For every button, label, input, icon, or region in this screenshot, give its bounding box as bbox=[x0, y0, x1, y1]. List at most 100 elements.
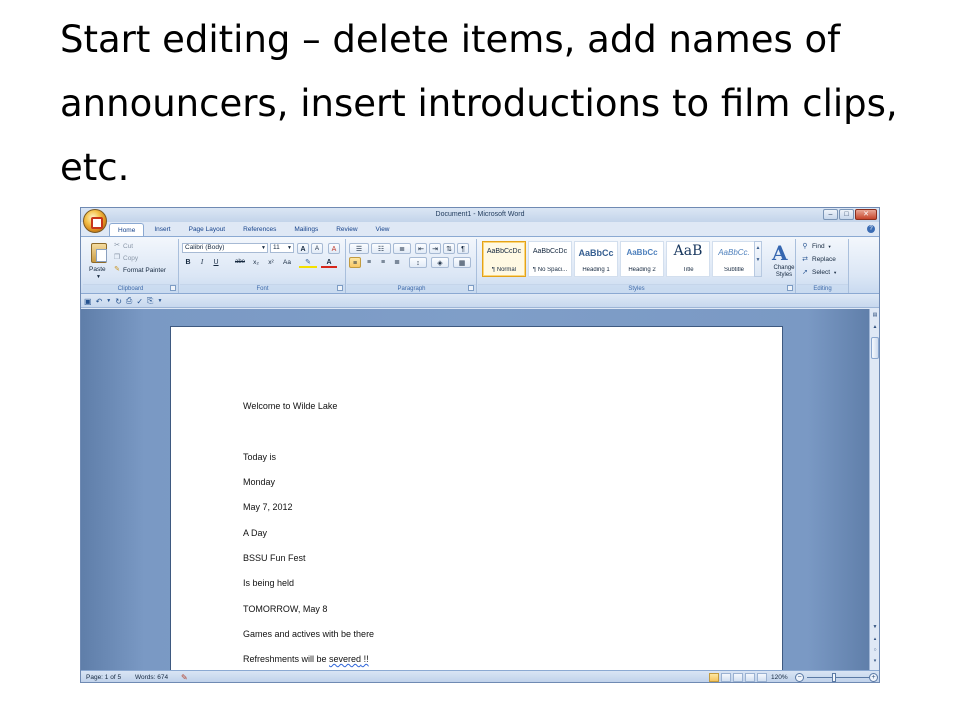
paste-button[interactable]: Paste bbox=[89, 266, 106, 273]
show-marks-button[interactable]: ¶ bbox=[457, 243, 469, 254]
document-line[interactable]: TOMORROW, May 8 bbox=[243, 604, 327, 614]
redo-icon[interactable]: ↻ bbox=[115, 297, 122, 306]
document-line[interactable]: BSSU Fun Fest bbox=[243, 553, 306, 563]
strikethrough-button[interactable]: abe bbox=[233, 257, 247, 268]
shading-button[interactable]: ◈ bbox=[431, 257, 449, 268]
tab-view[interactable]: View bbox=[368, 223, 398, 236]
web-layout-view-button[interactable] bbox=[733, 673, 743, 682]
tab-references[interactable]: References bbox=[235, 223, 284, 236]
align-left-button[interactable]: ≡ bbox=[349, 257, 361, 268]
multilevel-list-button[interactable]: ≣ bbox=[393, 243, 411, 254]
zoom-level[interactable]: 120% bbox=[771, 674, 788, 681]
quick-print-icon[interactable]: ⎘ bbox=[147, 296, 153, 306]
zoom-slider-thumb[interactable] bbox=[832, 673, 836, 682]
highlight-button[interactable]: ✎ bbox=[299, 257, 317, 268]
font-name-select[interactable]: Calibri (Body) ▼ bbox=[182, 243, 268, 253]
replace-button[interactable]: ⇄ Replace bbox=[801, 254, 836, 265]
tab-review[interactable]: Review bbox=[328, 223, 365, 236]
increase-indent-button[interactable]: ⇥ bbox=[429, 243, 441, 254]
document-line[interactable]: Is being held bbox=[243, 578, 294, 588]
ruler-toggle-icon[interactable]: ▤ bbox=[871, 311, 879, 319]
font-color-button[interactable]: A bbox=[321, 257, 337, 268]
style-normal[interactable]: AaBbCcDc ¶ Normal bbox=[482, 241, 526, 277]
font-launcher-icon[interactable] bbox=[337, 285, 343, 291]
help-icon[interactable]: ? bbox=[867, 225, 875, 233]
outline-view-button[interactable] bbox=[745, 673, 755, 682]
numbering-button[interactable]: ☷ bbox=[371, 243, 391, 254]
styles-launcher-icon[interactable] bbox=[787, 285, 793, 291]
browse-object-icon[interactable]: ○ bbox=[871, 646, 879, 654]
paste-dropdown-icon[interactable]: ▼ bbox=[96, 274, 101, 280]
word-count[interactable]: Words: 674 bbox=[135, 674, 168, 681]
tab-mailings[interactable]: Mailings bbox=[286, 223, 326, 236]
previous-page-icon[interactable]: ▴ bbox=[871, 635, 879, 643]
minimize-button[interactable]: – bbox=[823, 209, 838, 220]
next-page-icon[interactable]: ▾ bbox=[871, 657, 879, 665]
style-title[interactable]: AaB Title bbox=[666, 241, 710, 277]
grow-font-button[interactable]: A bbox=[297, 243, 309, 254]
scroll-thumb[interactable] bbox=[871, 337, 879, 359]
print-preview-icon[interactable]: ⎙ bbox=[126, 296, 132, 306]
font-size-select[interactable]: 11 ▼ bbox=[270, 243, 294, 253]
shrink-font-button[interactable]: A bbox=[311, 243, 323, 254]
zoom-out-button[interactable]: − bbox=[795, 673, 804, 682]
document-line[interactable]: Monday bbox=[243, 477, 275, 487]
paste-icon[interactable] bbox=[91, 243, 107, 263]
zoom-in-button[interactable]: + bbox=[869, 673, 878, 682]
scroll-down-icon[interactable]: ▼ bbox=[871, 623, 879, 631]
tab-home[interactable]: Home bbox=[109, 223, 145, 236]
proofing-icon[interactable]: ✎ bbox=[181, 673, 188, 682]
find-button[interactable]: ⚲ Find ▼ bbox=[801, 241, 831, 252]
maximize-button[interactable]: □ bbox=[839, 209, 854, 220]
customize-qat-icon[interactable]: ▼ bbox=[157, 298, 162, 304]
borders-button[interactable]: ▦ bbox=[453, 257, 471, 268]
paragraph-launcher-icon[interactable] bbox=[468, 285, 474, 291]
page-count[interactable]: Page: 1 of 5 bbox=[86, 674, 121, 681]
misspelled-word[interactable]: severed bbox=[329, 654, 361, 664]
print-layout-view-button[interactable] bbox=[709, 673, 719, 682]
spelling-icon[interactable]: ✓ bbox=[136, 297, 143, 306]
document-page[interactable]: Welcome to Wilde Lake Today is Monday Ma… bbox=[170, 326, 783, 682]
clipboard-launcher-icon[interactable] bbox=[170, 285, 176, 291]
superscript-button[interactable]: x² bbox=[265, 257, 277, 268]
sort-button[interactable]: ⇅ bbox=[443, 243, 455, 254]
subscript-button[interactable]: x₂ bbox=[250, 257, 262, 268]
close-button[interactable]: ✕ bbox=[855, 209, 877, 220]
styles-gallery-scroll[interactable]: ▲ ▼ bbox=[754, 241, 762, 277]
document-line[interactable]: Games and actives with be there bbox=[243, 629, 374, 639]
format-painter-button[interactable]: ✎ Format Painter bbox=[113, 265, 166, 275]
bullets-button[interactable]: ☰ bbox=[349, 243, 369, 254]
clear-formatting-button[interactable]: A bbox=[328, 243, 340, 254]
decrease-indent-button[interactable]: ⇤ bbox=[415, 243, 427, 254]
undo-icon[interactable]: ↶ bbox=[96, 297, 103, 306]
bold-button[interactable]: B bbox=[183, 257, 193, 268]
tab-insert[interactable]: Insert bbox=[146, 223, 178, 236]
document-line[interactable]: Refreshments will be severed !! bbox=[243, 654, 369, 664]
change-styles-button[interactable]: A Change Styles bbox=[762, 239, 796, 283]
tab-page-layout[interactable]: Page Layout bbox=[181, 223, 234, 236]
copy-button[interactable]: ❐ Copy bbox=[113, 253, 138, 263]
full-screen-view-button[interactable] bbox=[721, 673, 731, 682]
underline-button[interactable]: U bbox=[211, 257, 221, 268]
document-line[interactable]: A Day bbox=[243, 528, 267, 538]
save-icon[interactable]: ▣ bbox=[84, 297, 92, 306]
scroll-up-icon[interactable]: ▲ bbox=[871, 323, 879, 331]
document-line[interactable]: May 7, 2012 bbox=[243, 502, 293, 512]
align-right-button[interactable]: ≡ bbox=[377, 257, 389, 268]
chevron-down-icon[interactable]: ▼ bbox=[106, 298, 111, 304]
justify-button[interactable]: ≣ bbox=[391, 257, 403, 268]
style-heading-2[interactable]: AaBbCc Heading 2 bbox=[620, 241, 664, 277]
zoom-slider-track[interactable] bbox=[807, 677, 869, 678]
document-line[interactable]: Today is bbox=[243, 452, 276, 462]
office-button[interactable] bbox=[83, 209, 107, 233]
vertical-scrollbar[interactable]: ▤ ▲ ▼ ▴ ○ ▾ bbox=[869, 309, 879, 670]
line-spacing-button[interactable]: ↕ bbox=[409, 257, 427, 268]
draft-view-button[interactable] bbox=[757, 673, 767, 682]
select-button[interactable]: ➚ Select ▼ bbox=[801, 267, 837, 278]
cut-button[interactable]: ✂ Cut bbox=[113, 241, 133, 251]
document-line[interactable]: Welcome to Wilde Lake bbox=[243, 401, 337, 411]
italic-button[interactable]: I bbox=[197, 257, 207, 268]
style-no-spacing[interactable]: AaBbCcDc ¶ No Spaci... bbox=[528, 241, 572, 277]
style-heading-1[interactable]: AaBbCc Heading 1 bbox=[574, 241, 618, 277]
align-center-button[interactable]: ≡ bbox=[363, 257, 375, 268]
